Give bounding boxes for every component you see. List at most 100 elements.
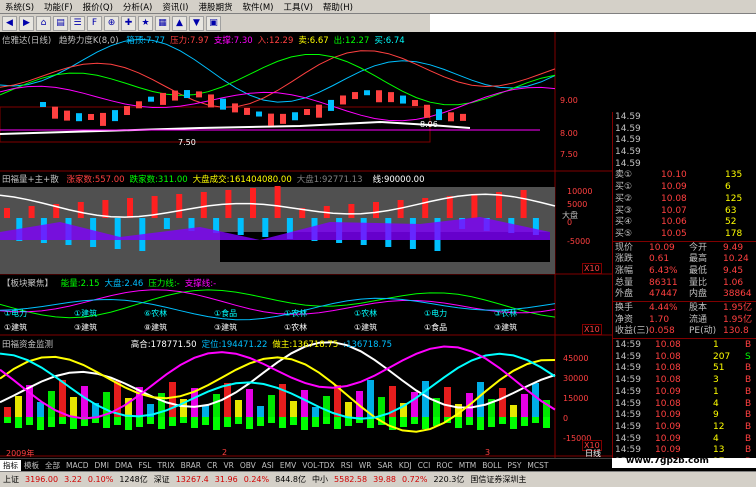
order-book-row: 买⑤ 10.05 178 xyxy=(613,229,756,241)
main-candle xyxy=(148,96,154,102)
star-icon[interactable]: ★ xyxy=(138,15,153,31)
menu-item-1[interactable]: 功能(F) xyxy=(39,1,78,13)
fund-bar-neg xyxy=(235,417,242,424)
stat-val: 4.44% xyxy=(649,303,678,313)
zoom-icon[interactable]: ⊕ xyxy=(104,15,119,31)
indicator-tab-22[interactable]: BOLL xyxy=(479,461,504,470)
order-book-row: 买② 10.08 125 xyxy=(613,194,756,206)
indicator-tab-11[interactable]: OBV xyxy=(237,461,259,470)
quote-top-row: 14.59 xyxy=(613,112,756,124)
indicator-tab-10[interactable]: VR xyxy=(220,461,236,470)
menu-item-8[interactable]: 帮助(H) xyxy=(318,1,358,13)
fund-bar-neg xyxy=(257,417,264,426)
fund-bar-neg xyxy=(532,417,539,423)
indicator-tab-7[interactable]: TRIX xyxy=(154,461,177,470)
tick-row: 14:59 10.08 1 B xyxy=(613,340,756,352)
sector-tag-row1: ①农林 xyxy=(284,309,308,318)
stat-key2: 股本 xyxy=(689,303,708,313)
indicator-tab-24[interactable]: MCST xyxy=(524,461,551,470)
stat-row: 涨幅 6.43% 最低 9.45 xyxy=(613,266,756,278)
fund-bar xyxy=(411,392,418,417)
quote-top-row: 14.59 xyxy=(613,135,756,147)
indicator-tab-2[interactable]: 全部 xyxy=(42,460,63,471)
f10-icon[interactable]: F xyxy=(87,15,102,31)
indicator-tab-15[interactable]: RSI xyxy=(338,461,356,470)
list-icon[interactable]: ☰ xyxy=(70,15,85,31)
order-price: 10.08 xyxy=(661,193,687,204)
fund-bar xyxy=(521,394,528,417)
menu-item-7[interactable]: 工具(V) xyxy=(278,1,317,13)
fund-bar-neg xyxy=(114,417,121,425)
volume-x10: X10 xyxy=(582,263,602,274)
cross-icon[interactable]: ✚ xyxy=(121,15,136,31)
fund-bar-neg xyxy=(279,417,286,428)
up-arrow-icon[interactable]: ▲ xyxy=(172,15,187,31)
indicator-tab-16[interactable]: WR xyxy=(356,461,375,470)
indicator-tab-1[interactable]: 模板 xyxy=(21,460,42,471)
fund-axis-tick: 15000 xyxy=(563,394,589,403)
sector-tag-row1: ①建筑 xyxy=(74,309,98,318)
back-icon[interactable]: ◀ xyxy=(2,15,17,31)
chart-area[interactable]: 信雅达(日线) 趋势力度K(8,0) 箱顶:7.77 压力:7.97 支撑:7.30… xyxy=(0,32,612,458)
main-line-4 xyxy=(0,85,556,122)
fund-axis-tick: 0 xyxy=(563,414,569,423)
month-label: 2 xyxy=(222,448,228,457)
stat-row: 收益(三) 0.058 PE(动) 130.8 xyxy=(613,326,756,338)
indicator-tab-14[interactable]: VOL-TDX xyxy=(299,461,337,470)
tick-price: 10.08 xyxy=(655,363,681,374)
status-item-9: 844.8亿 xyxy=(275,475,307,484)
fund-bar xyxy=(312,407,319,417)
indicator-tab-12[interactable]: ASI xyxy=(259,461,277,470)
indicator-tab-17[interactable]: SAR xyxy=(375,461,396,470)
tick-side: B xyxy=(745,410,752,421)
indicator-tab-9[interactable]: CR xyxy=(204,461,220,470)
indicator-name: 趋势力度K(8,0) xyxy=(58,36,119,46)
indicator-tab-20[interactable]: ROC xyxy=(433,461,455,470)
indicator-tab-23[interactable]: PSY xyxy=(505,461,525,470)
status-item-13: 0.72% xyxy=(402,475,428,484)
annotation-low: 7.50 xyxy=(178,138,196,147)
indicator-tab-0[interactable]: 指标 xyxy=(0,459,21,471)
volume-bar xyxy=(274,186,281,218)
main-candle xyxy=(412,100,418,107)
forward-icon[interactable]: ▶ xyxy=(19,15,34,31)
menu-item-4[interactable]: 资讯(I) xyxy=(157,1,193,13)
fund-bar-neg xyxy=(488,417,495,427)
tick-time: 14:59 xyxy=(615,375,641,386)
indicator-tab-5[interactable]: DMA xyxy=(112,461,135,470)
down-arrow-icon[interactable]: ▼ xyxy=(189,15,204,31)
stat-key2: 今开 xyxy=(689,242,708,253)
indicator-tab-19[interactable]: CCI xyxy=(415,461,434,470)
indicator-tab-4[interactable]: DMI xyxy=(91,461,111,470)
tick-side: B xyxy=(745,340,752,351)
window-icon[interactable]: ▣ xyxy=(206,15,221,31)
menu-item-0[interactable]: 系统(S) xyxy=(0,1,39,13)
chart-canvas[interactable] xyxy=(0,32,612,458)
order-label: 买③ xyxy=(615,205,633,216)
fund-bar-neg xyxy=(477,417,484,430)
volume-axis-tick: 10000 xyxy=(567,187,593,196)
sector-tag-row2: ①食品 xyxy=(424,323,448,332)
indicator-tab-18[interactable]: KDJ xyxy=(396,461,415,470)
menu-item-2[interactable]: 报价(Q) xyxy=(78,1,118,13)
k-line-icon[interactable]: ▤ xyxy=(53,15,68,31)
home-icon[interactable]: ⌂ xyxy=(36,15,51,31)
tick-vol: 51 xyxy=(713,363,725,374)
menu-item-3[interactable]: 分析(A) xyxy=(118,1,157,13)
tick-vol: 4 xyxy=(713,433,719,444)
status-item-10: 中小 xyxy=(312,475,329,484)
tick-row: 14:59 10.08 4 B xyxy=(613,399,756,411)
indicator-tab-6[interactable]: FSL xyxy=(135,461,154,470)
grid-icon[interactable]: ▦ xyxy=(155,15,170,31)
order-vol: 178 xyxy=(725,228,743,239)
indicator-tab-3[interactable]: MACD xyxy=(63,461,91,470)
menu-item-5[interactable]: 港股期货 xyxy=(193,1,237,13)
indicator-tab-13[interactable]: EMV xyxy=(277,461,299,470)
main-axis-tick: 8.00 xyxy=(560,129,578,138)
indicator-tab-8[interactable]: BRAR xyxy=(178,461,204,470)
menu-item-6[interactable]: 软件(M) xyxy=(238,1,279,13)
sector-tag-row2: ③建筑 xyxy=(494,323,518,332)
sector-panel-name: 【板块聚焦】 xyxy=(2,279,54,289)
tick-time: 14:59 xyxy=(615,433,641,444)
indicator-tab-21[interactable]: MTM xyxy=(456,461,480,470)
